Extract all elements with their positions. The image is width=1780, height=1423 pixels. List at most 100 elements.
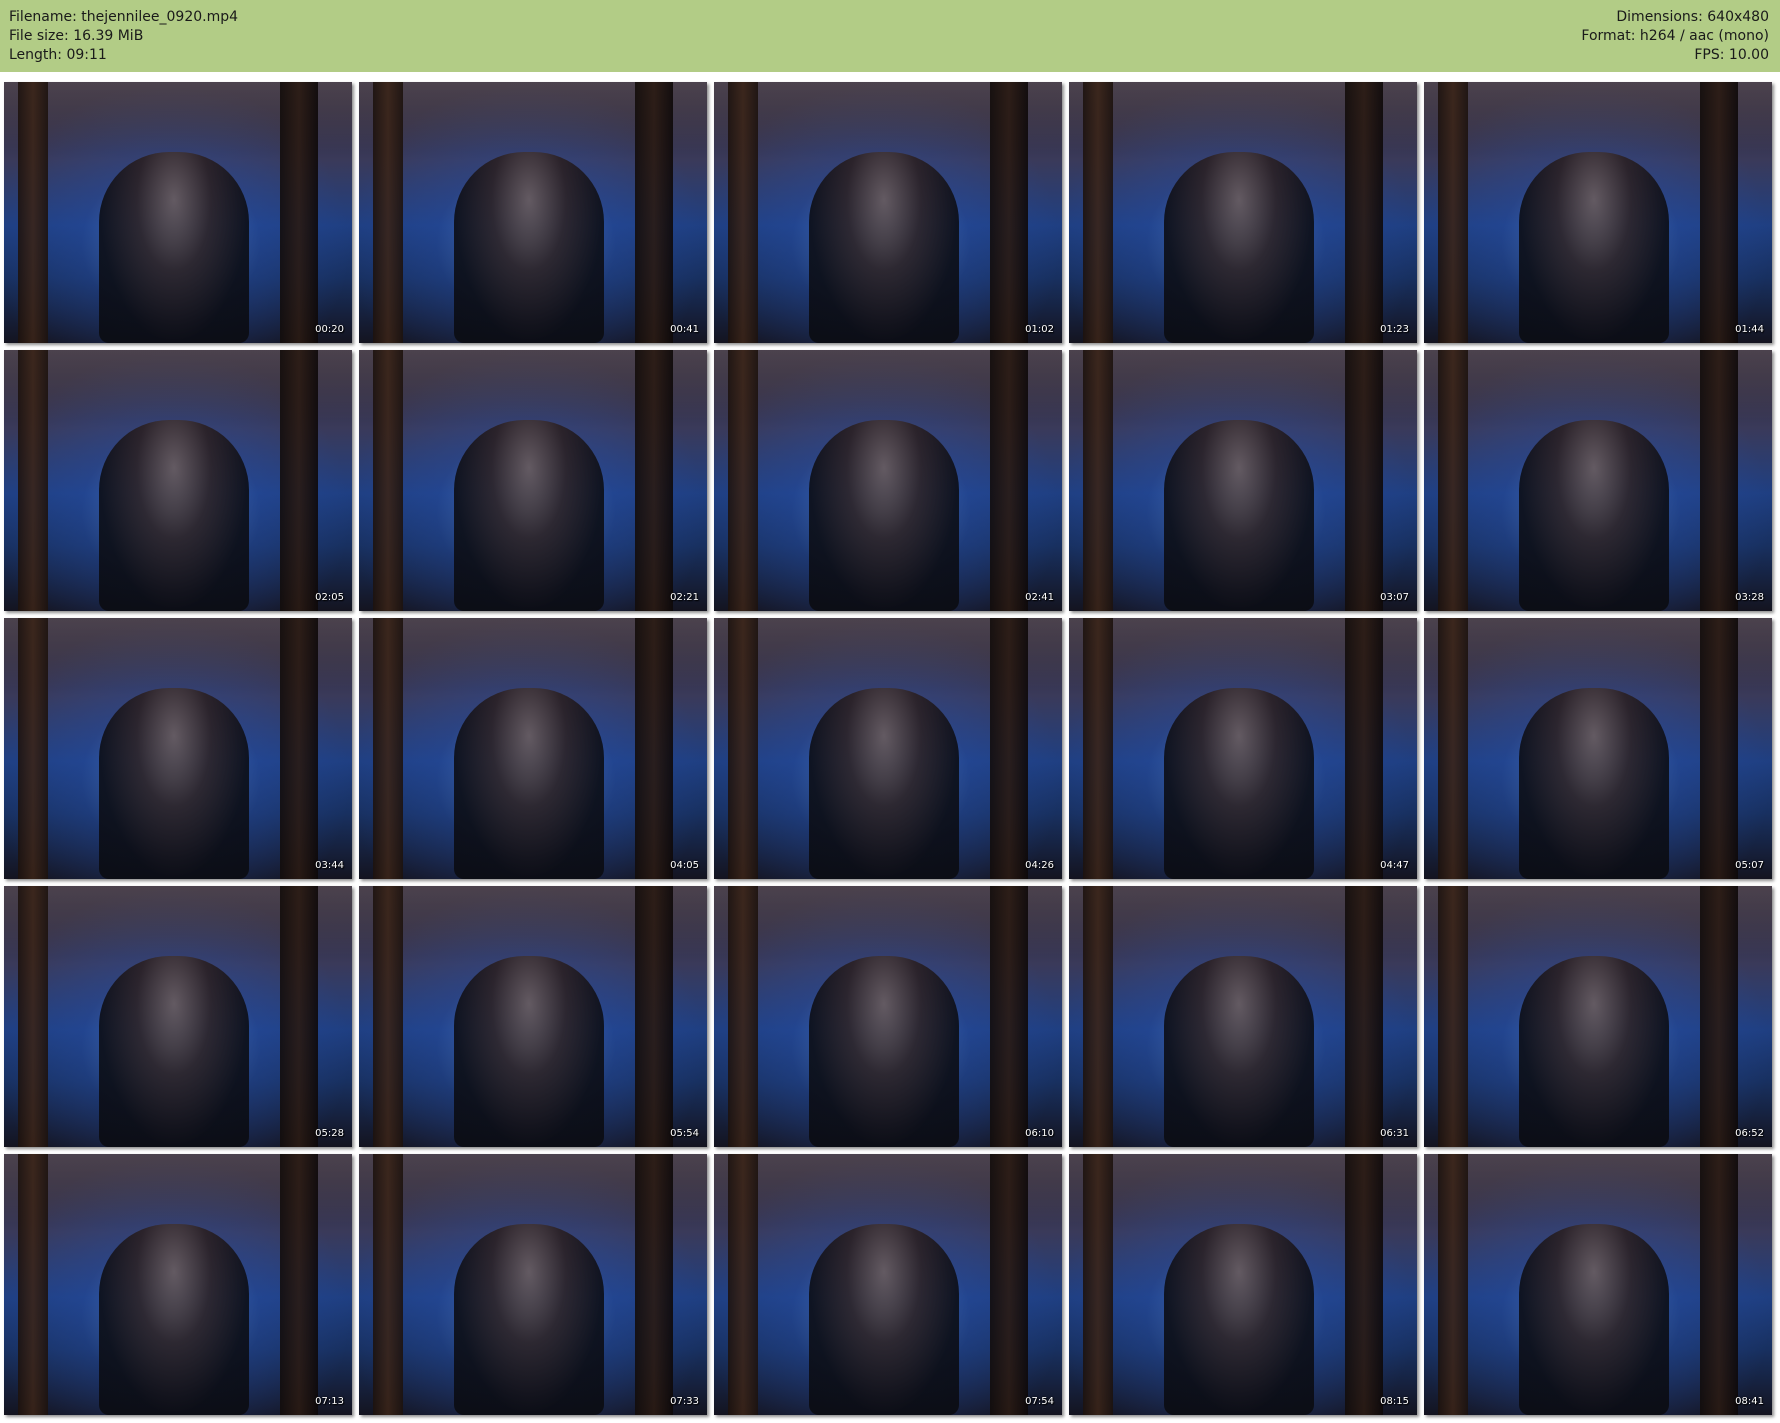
frame-timestamp: 05:54 xyxy=(670,1128,699,1139)
video-frame-thumbnail: 02:21 xyxy=(359,350,707,611)
video-frame-thumbnail: 02:05 xyxy=(4,350,352,611)
frame-scene-pillar xyxy=(1083,618,1113,879)
frame-scene-pillar xyxy=(728,1154,758,1415)
frame-scene-person xyxy=(1519,956,1669,1147)
video-frame-thumbnail: 04:26 xyxy=(714,618,1062,879)
frame-scene-pillar xyxy=(280,82,318,343)
frame-timestamp: 04:47 xyxy=(1380,860,1409,871)
video-frame-thumbnail: 04:47 xyxy=(1069,618,1417,879)
frame-timestamp: 00:41 xyxy=(670,324,699,335)
frame-scene-person xyxy=(809,1224,959,1415)
frame-timestamp: 07:13 xyxy=(315,1396,344,1407)
frame-scene-person xyxy=(454,688,604,879)
frame-scene-pillar xyxy=(990,350,1028,611)
frame-scene-person xyxy=(454,1224,604,1415)
frame-scene-pillar xyxy=(280,618,318,879)
video-frame-thumbnail: 05:28 xyxy=(4,886,352,1147)
frame-scene-pillar xyxy=(635,1154,673,1415)
frame-timestamp: 04:26 xyxy=(1025,860,1054,871)
frame-scene-pillar xyxy=(1083,886,1113,1147)
frame-timestamp: 03:07 xyxy=(1380,592,1409,603)
frame-timestamp: 06:31 xyxy=(1380,1128,1409,1139)
frame-scene-person xyxy=(1164,420,1314,611)
frame-timestamp: 06:52 xyxy=(1735,1128,1764,1139)
video-frame-thumbnail: 08:15 xyxy=(1069,1154,1417,1415)
file-size-text: File size: 16.39 MiB xyxy=(9,28,144,44)
video-frame-thumbnail: 06:10 xyxy=(714,886,1062,1147)
frame-scene-person xyxy=(1519,420,1669,611)
frame-timestamp: 07:33 xyxy=(670,1396,699,1407)
video-frame-thumbnail: 03:28 xyxy=(1424,350,1772,611)
video-frame-thumbnail: 01:44 xyxy=(1424,82,1772,343)
frame-timestamp: 05:28 xyxy=(315,1128,344,1139)
frame-scene-pillar xyxy=(728,82,758,343)
frame-scene-pillar xyxy=(373,1154,403,1415)
thumbnail-grid: 00:20 00:41 01:02 01:23 01:44 02:05 02:21 02:41… xyxy=(4,82,1776,1415)
frame-scene-pillar xyxy=(18,350,48,611)
frame-timestamp: 07:54 xyxy=(1025,1396,1054,1407)
frame-scene-pillar xyxy=(18,1154,48,1415)
frame-timestamp: 06:10 xyxy=(1025,1128,1054,1139)
video-frame-thumbnail: 00:20 xyxy=(4,82,352,343)
fps-text: FPS: 10.00 xyxy=(1694,47,1769,63)
frame-scene-person xyxy=(1164,688,1314,879)
frame-scene-pillar xyxy=(373,618,403,879)
frame-scene-pillar xyxy=(1700,350,1738,611)
file-info-left: Filename: thejennilee_0920.mp4 File size… xyxy=(9,8,238,65)
frame-scene-pillar xyxy=(1083,82,1113,343)
video-frame-thumbnail: 01:02 xyxy=(714,82,1062,343)
frame-scene-pillar xyxy=(1345,886,1383,1147)
frame-scene-person xyxy=(1519,688,1669,879)
frame-scene-pillar xyxy=(1700,82,1738,343)
video-frame-thumbnail: 03:44 xyxy=(4,618,352,879)
dimensions-text: Dimensions: 640x480 xyxy=(1616,9,1769,25)
video-frame-thumbnail: 08:41 xyxy=(1424,1154,1772,1415)
frame-scene-pillar xyxy=(1345,618,1383,879)
frame-scene-pillar xyxy=(728,350,758,611)
frame-scene-person xyxy=(1519,152,1669,343)
filename-text: Filename: thejennilee_0920.mp4 xyxy=(9,9,239,25)
frame-timestamp: 02:21 xyxy=(670,592,699,603)
frame-scene-pillar xyxy=(18,82,48,343)
frame-scene-person xyxy=(99,420,249,611)
frame-scene-pillar xyxy=(635,82,673,343)
frame-scene-pillar xyxy=(1438,618,1468,879)
frame-scene-pillar xyxy=(1700,886,1738,1147)
frame-timestamp: 01:02 xyxy=(1025,324,1054,335)
frame-timestamp: 08:15 xyxy=(1380,1396,1409,1407)
frame-scene-pillar xyxy=(373,886,403,1147)
frame-scene-pillar xyxy=(1083,1154,1113,1415)
frame-scene-pillar xyxy=(728,618,758,879)
frame-scene-person xyxy=(99,688,249,879)
frame-scene-pillar xyxy=(1345,82,1383,343)
frame-scene-person xyxy=(809,420,959,611)
frame-scene-pillar xyxy=(1345,350,1383,611)
frame-timestamp: 08:41 xyxy=(1735,1396,1764,1407)
frame-scene-pillar xyxy=(635,350,673,611)
video-frame-thumbnail: 04:05 xyxy=(359,618,707,879)
frame-scene-person xyxy=(454,956,604,1147)
frame-scene-pillar xyxy=(1345,1154,1383,1415)
frame-scene-person xyxy=(99,152,249,343)
video-frame-thumbnail: 07:33 xyxy=(359,1154,707,1415)
frame-scene-person xyxy=(1519,1224,1669,1415)
frame-scene-pillar xyxy=(18,618,48,879)
frame-scene-pillar xyxy=(18,886,48,1147)
frame-scene-person xyxy=(809,688,959,879)
frame-scene-person xyxy=(454,152,604,343)
frame-scene-pillar xyxy=(280,1154,318,1415)
length-text: Length: 09:11 xyxy=(9,47,107,63)
video-frame-thumbnail: 07:54 xyxy=(714,1154,1062,1415)
frame-timestamp: 01:44 xyxy=(1735,324,1764,335)
frame-scene-person xyxy=(99,1224,249,1415)
frame-timestamp: 04:05 xyxy=(670,860,699,871)
frame-scene-pillar xyxy=(373,82,403,343)
frame-timestamp: 00:20 xyxy=(315,324,344,335)
frame-scene-pillar xyxy=(728,886,758,1147)
frame-scene-pillar xyxy=(1083,350,1113,611)
frame-scene-person xyxy=(99,956,249,1147)
frame-timestamp: 01:23 xyxy=(1380,324,1409,335)
frame-timestamp: 05:07 xyxy=(1735,860,1764,871)
frame-scene-pillar xyxy=(990,886,1028,1147)
file-info-right: Dimensions: 640x480 Format: h264 / aac (… xyxy=(1581,8,1769,65)
